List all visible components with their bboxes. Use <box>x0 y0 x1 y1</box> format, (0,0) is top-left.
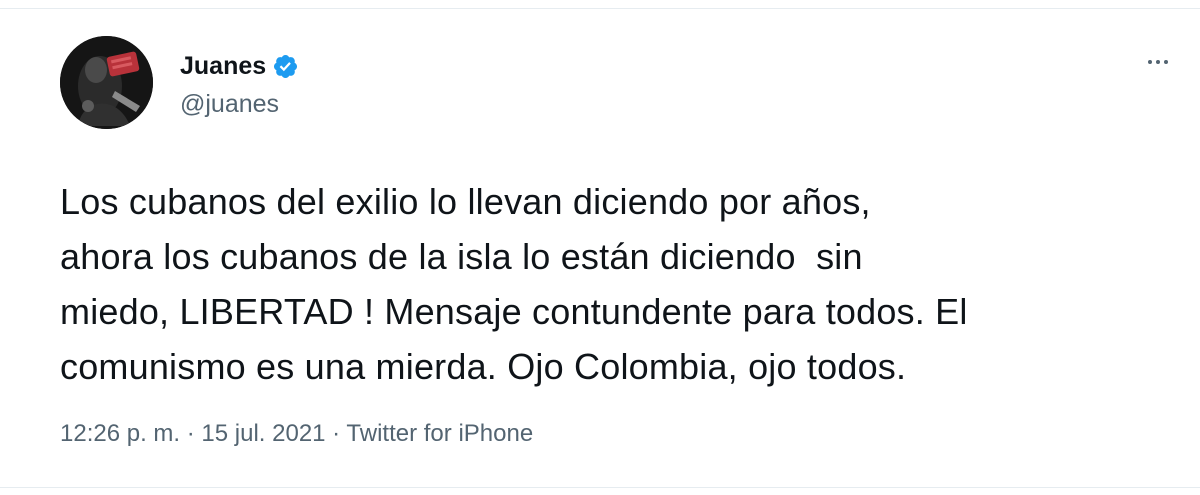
tweet-text-line: comunismo es una mierda. Ojo Colombia, o… <box>60 346 907 387</box>
more-options-icon[interactable] <box>1138 47 1178 77</box>
author-handle[interactable]: @juanes <box>180 89 279 119</box>
bottom-divider <box>0 487 1200 488</box>
tweet-card: Juanes @juanes Los cubanos del exilio lo… <box>0 9 1200 487</box>
verified-badge-icon <box>272 53 299 80</box>
tweet-text-line: ahora los cubanos de la isla lo están di… <box>60 236 863 277</box>
avatar[interactable] <box>60 36 153 129</box>
avatar-image <box>60 36 153 129</box>
author-name-row[interactable]: Juanes <box>180 51 299 81</box>
tweet-time[interactable]: 12:26 p. m. <box>60 420 180 447</box>
tweet-text-line: Los cubanos del exilio lo llevan diciend… <box>60 181 871 222</box>
tweet-source[interactable]: Twitter for iPhone <box>346 420 533 447</box>
display-name[interactable]: Juanes <box>180 51 266 81</box>
meta-separator: · <box>325 420 347 447</box>
tweet-text-line: miedo, LIBERTAD ! Mensaje contundente pa… <box>60 291 968 332</box>
tweet-date[interactable]: 15 jul. 2021 <box>201 420 325 447</box>
tweet-metadata: 12:26 p. m. · 15 jul. 2021 · Twitter for… <box>60 419 533 449</box>
tweet-text: Los cubanos del exilio lo llevan diciend… <box>60 174 1170 394</box>
meta-separator: · <box>180 420 202 447</box>
